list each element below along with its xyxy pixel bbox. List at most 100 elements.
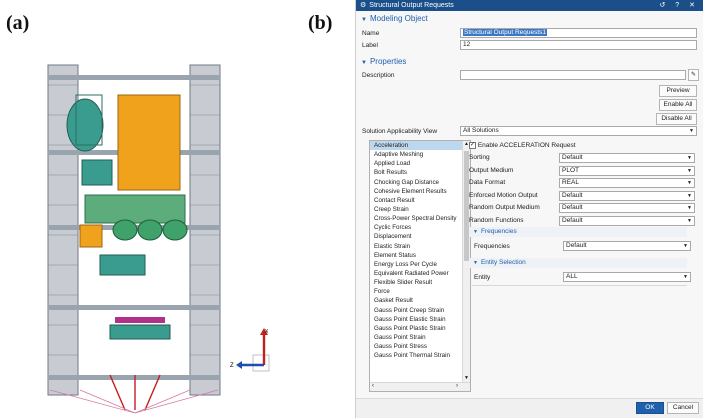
- list-item[interactable]: Gauss Point Elastic Strain: [370, 315, 470, 324]
- chevron-down-icon: ▼: [687, 192, 692, 199]
- scroll-down-icon[interactable]: ▼: [464, 375, 469, 381]
- chevron-down-icon: ▼: [687, 155, 692, 161]
- scroll-left-icon[interactable]: ‹: [372, 383, 374, 389]
- collapse-triangle-icon: ▼: [473, 229, 478, 235]
- setting-value: REAL: [562, 179, 579, 187]
- setting-label: Output Medium: [469, 166, 514, 174]
- description-label: Description: [362, 72, 395, 79]
- collapse-triangle-icon: ▼: [473, 260, 478, 266]
- text-editor-icon[interactable]: ✎: [688, 69, 699, 81]
- frequencies-section[interactable]: ▼ Frequencies: [469, 227, 687, 237]
- entity-selection-section[interactable]: ▼ Entity Selection: [469, 258, 687, 268]
- frequencies-value: Default: [566, 242, 587, 249]
- list-item[interactable]: Cohesive Element Results: [370, 187, 470, 196]
- disable-all-button[interactable]: Disable All: [656, 113, 697, 125]
- setting-select[interactable]: Default ▼: [559, 190, 695, 201]
- scroll-right-icon[interactable]: ›: [456, 383, 458, 389]
- setting-label: Sorting: [469, 154, 490, 161]
- setting-value: PLOT: [562, 166, 579, 174]
- dialog-title: Structural Output Requests: [369, 2, 454, 9]
- enable-all-button[interactable]: Enable All: [659, 99, 697, 111]
- name-label: Name: [362, 30, 380, 37]
- modeling-object-section[interactable]: ▼ Modeling Object: [356, 13, 703, 24]
- list-item[interactable]: Gauss Point Thermal Strain: [370, 351, 470, 360]
- frequencies-header: Frequencies: [480, 228, 517, 235]
- frequencies-select[interactable]: Default ▼: [563, 241, 691, 251]
- list-item[interactable]: Equivalent Radiated Power: [370, 269, 470, 278]
- list-horizontal-scrollbar[interactable]: ‹ ›: [370, 382, 470, 391]
- solution-applicability-value: All Solutions: [463, 127, 499, 134]
- list-item[interactable]: Contact Result: [370, 196, 470, 205]
- structural-output-requests-dialog: ⚙ Structural Output Requests ↺ ? ✕ ▼ Model…: [355, 0, 703, 418]
- enable-request-checkbox[interactable]: ✓: [469, 142, 476, 149]
- setting-select[interactable]: Default ▼: [559, 216, 695, 226]
- setting-label: Data Format: [469, 179, 506, 187]
- modeling-object-header: Modeling Object: [369, 14, 428, 23]
- entity-value: ALL: [566, 273, 578, 280]
- enable-request-row[interactable]: ✓ Enable ACCELERATION Request: [469, 142, 576, 149]
- list-item[interactable]: Bolt Results: [370, 168, 470, 177]
- triad-z-label: Z: [230, 363, 234, 369]
- chevron-down-icon: ▼: [683, 243, 688, 249]
- name-field-value: Structural Output Requests1: [463, 29, 548, 36]
- list-item[interactable]: Energy Loss Per Cycle: [370, 260, 470, 269]
- label-label: Label: [362, 42, 378, 49]
- description-field[interactable]: [460, 70, 686, 80]
- entity-label: Entity: [474, 274, 491, 281]
- setting-label: Random Output Medium: [469, 204, 540, 212]
- chevron-down-icon: ▼: [689, 128, 694, 134]
- chevron-down-icon: ▼: [683, 274, 688, 280]
- setting-value: Default: [562, 204, 583, 212]
- list-item[interactable]: Acceleration: [370, 141, 470, 151]
- chevron-down-icon: ▼: [687, 205, 692, 212]
- properties-section[interactable]: ▼ Properties: [356, 56, 703, 67]
- setting-select[interactable]: Default ▼: [559, 203, 695, 214]
- gear-icon: ⚙: [360, 2, 367, 9]
- cancel-button[interactable]: Cancel: [667, 402, 699, 414]
- list-item[interactable]: Gasket Result: [370, 296, 470, 305]
- setting-select[interactable]: PLOT ▼: [559, 165, 695, 176]
- setting-value: Default: [562, 217, 583, 224]
- list-item[interactable]: Flexible Slider Result: [370, 278, 470, 287]
- setting-value: Default: [562, 191, 583, 199]
- solution-applicability-label: Solution Applicability View: [362, 128, 438, 135]
- collapse-triangle-icon: ▼: [361, 17, 367, 23]
- list-item[interactable]: Applied Load: [370, 159, 470, 168]
- enable-request-label: Enable ACCELERATION Request: [477, 142, 576, 150]
- fe-model-image: [47, 64, 221, 414]
- frequencies-label: Frequencies: [474, 243, 510, 250]
- setting-label: Random Functions: [469, 217, 524, 224]
- list-item[interactable]: Creep Strain: [370, 205, 470, 214]
- dialog-titlebar[interactable]: ⚙ Structural Output Requests ↺ ? ✕: [356, 0, 703, 11]
- preview-button[interactable]: Preview: [659, 85, 697, 97]
- axis-triad: X Z: [230, 328, 270, 372]
- list-item[interactable]: Gauss Point Creep Strain: [370, 306, 470, 315]
- name-field[interactable]: Structural Output Requests1: [460, 28, 697, 38]
- list-item[interactable]: Gauss Point Stress: [370, 342, 470, 351]
- ok-button[interactable]: OK: [636, 402, 664, 414]
- chevron-down-icon: ▼: [687, 180, 692, 187]
- list-item[interactable]: Displacement: [370, 232, 470, 241]
- properties-header: Properties: [369, 57, 407, 66]
- setting-value: Default: [562, 154, 583, 161]
- figure-label-b: (b): [308, 12, 333, 34]
- list-item[interactable]: Element Status: [370, 251, 470, 260]
- setting-select[interactable]: Default ▼: [559, 153, 695, 163]
- list-item[interactable]: Force: [370, 287, 470, 296]
- collapse-triangle-icon: ▼: [361, 60, 367, 66]
- list-item[interactable]: Cyclic Forces: [370, 223, 470, 232]
- list-item[interactable]: Gauss Point Strain: [370, 333, 470, 342]
- list-item[interactable]: Adaptive Meshing: [370, 150, 470, 159]
- figure-label-a: (a): [6, 12, 30, 34]
- list-item[interactable]: Cross-Power Spectral Density: [370, 214, 470, 223]
- list-item[interactable]: Gauss Point Plastic Strain: [370, 324, 470, 333]
- triad-x-label: X: [265, 329, 269, 335]
- setting-select[interactable]: REAL ▼: [559, 178, 695, 189]
- entity-select[interactable]: ALL ▼: [563, 272, 691, 282]
- request-type-list[interactable]: Acceleration Adaptive Meshing Applied Load…: [369, 140, 471, 392]
- list-item[interactable]: Elastic Strain: [370, 242, 470, 251]
- title-icons[interactable]: ↺ ? ✕: [659, 0, 699, 11]
- solution-applicability-select[interactable]: All Solutions ▼: [460, 126, 697, 136]
- label-field[interactable]: 12: [460, 40, 697, 50]
- list-item[interactable]: Chocking Gap Distance: [370, 178, 470, 187]
